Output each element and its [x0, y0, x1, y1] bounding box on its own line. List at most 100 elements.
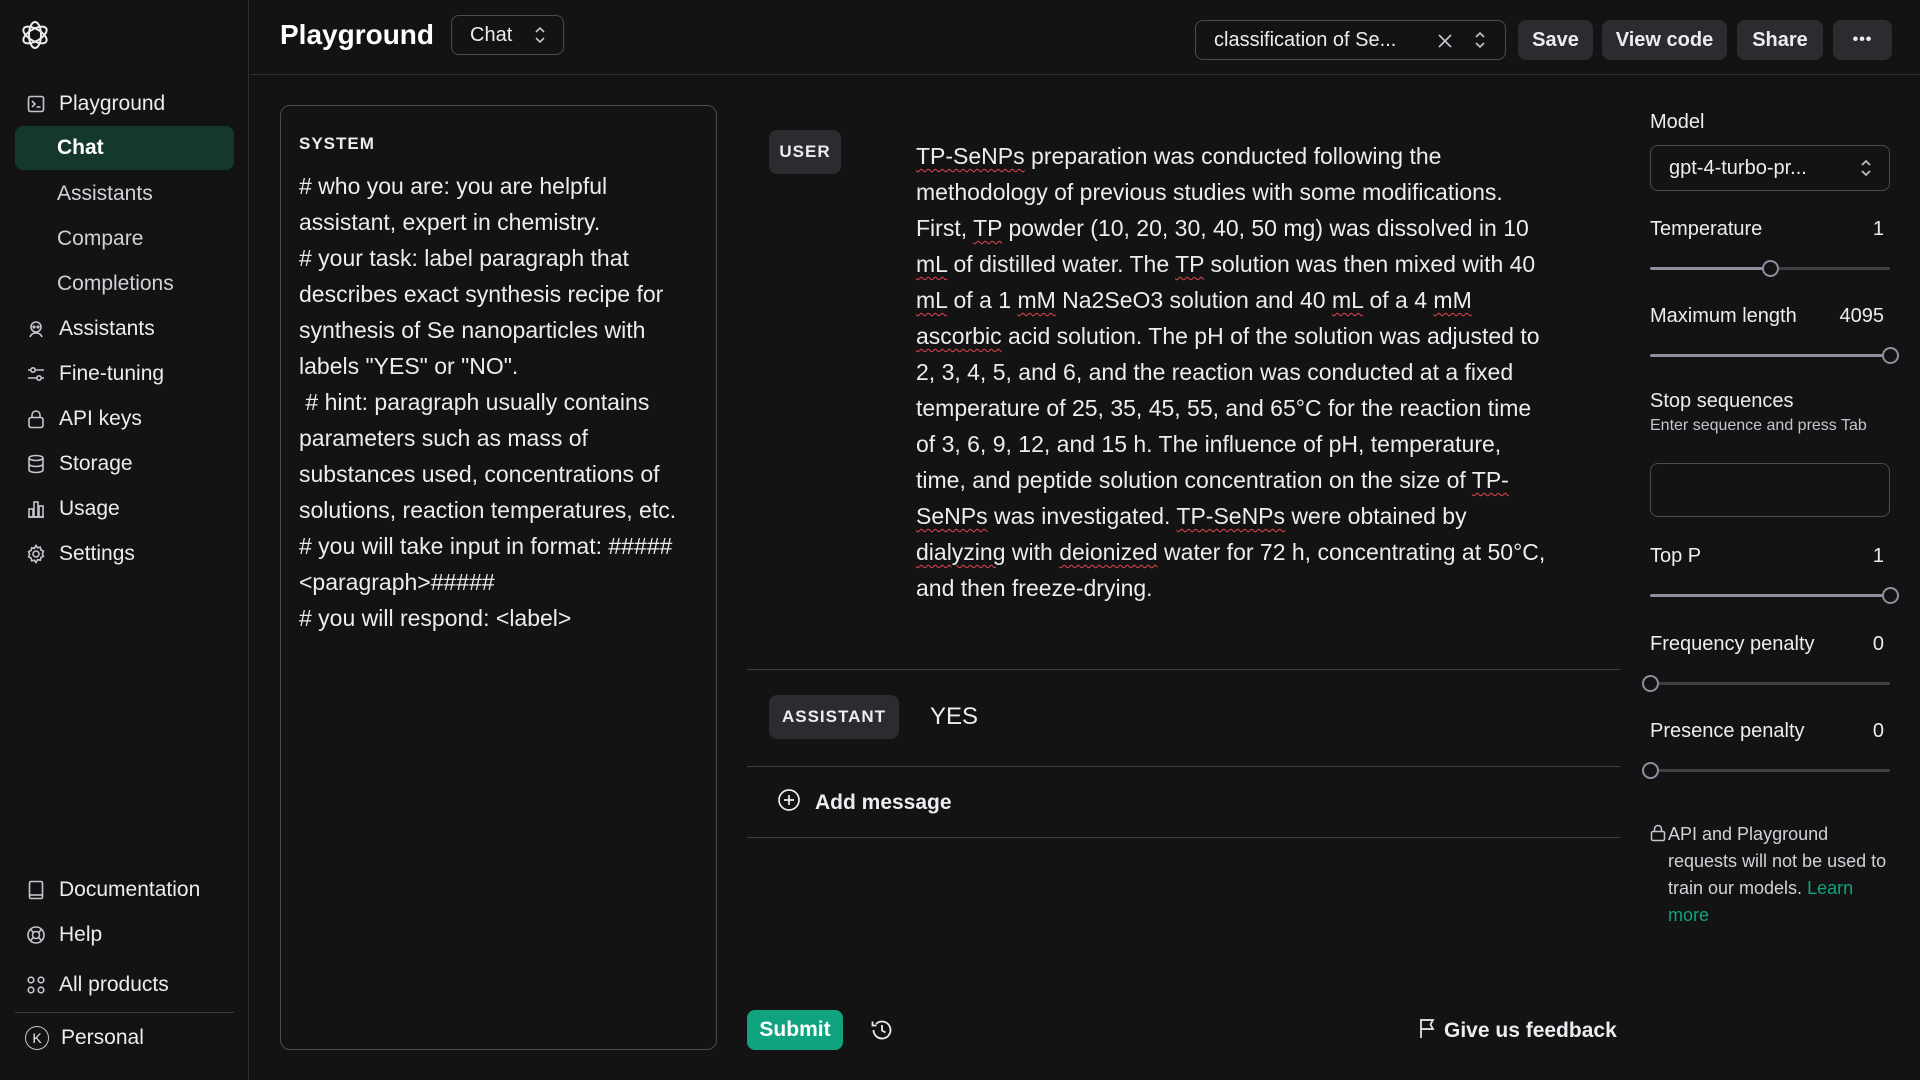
top-p-label: Top P [1650, 545, 1702, 567]
sidebar-item-usage[interactable]: Usage [15, 487, 234, 531]
model-select-value: gpt-4-turbo-pr... [1669, 156, 1807, 179]
message-divider [747, 837, 1620, 838]
feedback-label: Give us feedback [1444, 1019, 1617, 1042]
stop-sequences-hint: Enter sequence and press Tab [1650, 417, 1867, 434]
privacy-notice: API and Playground requests will not be … [1668, 821, 1896, 929]
temperature-label: Temperature [1650, 218, 1763, 240]
sidebar-item-label: Fine-tuning [59, 362, 165, 385]
sidebar-item-label: Assistants [59, 317, 155, 340]
presence-penalty-value[interactable]: 0 [1873, 720, 1884, 743]
frequency-penalty-slider[interactable] [1642, 674, 1890, 692]
frequency-penalty-label: Frequency penalty [1650, 633, 1815, 655]
preset-select[interactable]: classification of Se... [1195, 20, 1506, 60]
sidebar-item-label: Playground [59, 92, 166, 115]
sidebar-item-fine-tuning[interactable]: Fine-tuning [15, 352, 234, 396]
system-label: SYSTEM [299, 134, 375, 153]
account-label: Personal [61, 1026, 144, 1049]
account-switcher[interactable]: K Personal [15, 1016, 234, 1060]
stop-sequences-input[interactable] [1650, 463, 1890, 517]
user-role-badge[interactable]: USER [769, 130, 841, 174]
presence-penalty-label: Presence penalty [1650, 720, 1805, 742]
temperature-slider[interactable] [1650, 259, 1890, 277]
message-divider [747, 766, 1620, 767]
add-message-button[interactable]: Add message [777, 787, 952, 819]
mode-select[interactable]: Chat [451, 15, 564, 55]
more-options-button[interactable]: ••• [1833, 20, 1892, 60]
close-icon[interactable] [1435, 31, 1455, 51]
lock-icon [25, 408, 47, 430]
system-panel[interactable]: SYSTEM # who you are: you are helpful as… [280, 105, 717, 1050]
avatar: K [25, 1026, 49, 1050]
slider-thumb[interactable] [1882, 587, 1899, 604]
sidebar-item-assistants-playground[interactable]: Assistants [15, 172, 234, 216]
sidebar-item-label: Usage [59, 497, 120, 520]
chevron-up-down-icon [1859, 157, 1873, 179]
lifebuoy-icon [25, 924, 47, 946]
temperature-value[interactable]: 1 [1873, 218, 1884, 241]
submit-button[interactable]: Submit [747, 1010, 843, 1050]
flag-icon [1418, 1017, 1438, 1045]
top-p-slider[interactable] [1650, 586, 1899, 604]
max-length-slider[interactable] [1650, 346, 1899, 364]
sidebar-item-storage[interactable]: Storage [15, 442, 234, 486]
sidebar-item-all-products[interactable]: All products [15, 963, 234, 1007]
grid-icon [25, 974, 47, 996]
add-message-label: Add message [815, 791, 952, 814]
sidebar-item-compare[interactable]: Compare [15, 217, 234, 261]
chevron-up-down-icon [1473, 29, 1487, 51]
sliders-icon [25, 363, 47, 385]
history-icon[interactable] [869, 1017, 895, 1043]
stop-sequences-label: Stop sequences [1650, 390, 1794, 412]
top-header: Playground Chat classification of Se... … [250, 0, 1920, 75]
share-button[interactable]: Share [1737, 20, 1823, 60]
privacy-text: API and Playground requests will not be … [1668, 824, 1887, 898]
presence-penalty-slider[interactable] [1642, 761, 1890, 779]
view-code-button[interactable]: View code [1602, 20, 1727, 60]
openai-logo-icon[interactable] [18, 18, 52, 52]
user-message-text[interactable]: TP-SeNPs preparation was conducted follo… [916, 138, 1556, 606]
sidebar-item-chat[interactable]: Chat [15, 126, 234, 170]
model-select[interactable]: gpt-4-turbo-pr... [1650, 145, 1890, 191]
give-feedback-button[interactable]: Give us feedback [1418, 1017, 1617, 1045]
assistant-icon [25, 318, 47, 340]
max-length-value[interactable]: 4095 [1840, 305, 1885, 328]
playground-app: Playground Chat Assistants Compare Compl… [0, 0, 1920, 1080]
mode-select-value: Chat [470, 23, 513, 46]
message-divider [747, 669, 1620, 670]
gear-icon [25, 543, 47, 565]
slider-thumb[interactable] [1762, 260, 1779, 277]
sidebar-item-label: Documentation [59, 878, 201, 901]
max-length-label: Maximum length [1650, 305, 1797, 327]
book-icon [25, 879, 47, 901]
sidebar-item-completions[interactable]: Completions [15, 262, 234, 306]
sidebar-item-label: Settings [59, 542, 135, 565]
system-prompt-textarea[interactable]: # who you are: you are helpful assistant… [299, 168, 698, 636]
sidebar-item-label: All products [59, 973, 169, 996]
sidebar-item-label: Compare [57, 227, 144, 250]
sidebar-item-label: Completions [57, 272, 174, 295]
slider-thumb[interactable] [1642, 675, 1659, 692]
database-icon [25, 453, 47, 475]
lock-icon [1650, 824, 1666, 842]
sidebar-item-settings[interactable]: Settings [15, 532, 234, 576]
sidebar-item-label: Chat [57, 136, 104, 159]
top-p-value[interactable]: 1 [1873, 545, 1884, 568]
assistant-message-text[interactable]: YES [930, 703, 978, 731]
sidebar-item-assistants[interactable]: Assistants [15, 307, 234, 351]
model-label: Model [1650, 111, 1705, 133]
save-button[interactable]: Save [1518, 20, 1593, 60]
slider-thumb[interactable] [1882, 347, 1899, 364]
page-title: Playground [280, 19, 435, 50]
sidebar-item-playground[interactable]: Playground [15, 82, 234, 126]
sidebar-item-documentation[interactable]: Documentation [15, 868, 234, 912]
sidebar-item-label: Assistants [57, 182, 153, 205]
assistant-role-badge[interactable]: ASSISTANT [769, 695, 899, 739]
sidebar-item-help[interactable]: Help [15, 913, 234, 957]
sidebar-item-label: Storage [59, 452, 133, 475]
sidebar-divider [15, 1012, 234, 1013]
preset-select-value: classification of Se... [1214, 28, 1397, 51]
frequency-penalty-value[interactable]: 0 [1873, 633, 1884, 656]
sidebar-item-api-keys[interactable]: API keys [15, 397, 234, 441]
slider-thumb[interactable] [1642, 762, 1659, 779]
sidebar: Playground Chat Assistants Compare Compl… [0, 0, 249, 1080]
